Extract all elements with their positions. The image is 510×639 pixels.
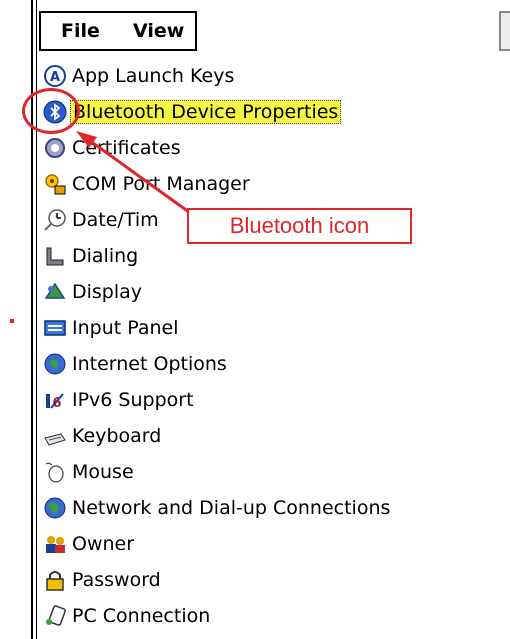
password-icon bbox=[42, 567, 68, 593]
svg-text:A: A bbox=[50, 70, 60, 85]
list-item-label: Input Panel bbox=[72, 317, 179, 339]
internet-options-icon bbox=[42, 351, 68, 377]
list-item-ipv6[interactable]: 6 IPv6 Support bbox=[42, 382, 196, 418]
list-item-label: Owner bbox=[72, 533, 135, 555]
ipv6-icon: 6 bbox=[42, 387, 68, 413]
pc-connection-icon bbox=[42, 603, 68, 629]
list-item-app-launch-keys[interactable]: A App Launch Keys bbox=[42, 58, 236, 94]
annotation-callout: Bluetooth icon bbox=[187, 208, 412, 244]
network-icon bbox=[42, 495, 68, 521]
list-item-date-time[interactable]: Date/Tim bbox=[42, 202, 161, 238]
display-icon bbox=[42, 279, 68, 305]
list-item-label: App Launch Keys bbox=[72, 65, 235, 87]
com-port-icon bbox=[42, 171, 68, 197]
list-item-com-port[interactable]: COM Port Manager bbox=[42, 166, 252, 202]
list-item-input-panel[interactable]: Input Panel bbox=[42, 310, 181, 346]
list-item-owner[interactable]: Owner bbox=[42, 526, 136, 562]
owner-icon bbox=[42, 531, 68, 557]
list-item-certificates[interactable]: Certificates bbox=[42, 130, 183, 166]
list-item-label: Bluetooth Device Properties bbox=[70, 100, 342, 124]
list-item-label: Date/Tim bbox=[72, 209, 159, 231]
list-item-label: COM Port Manager bbox=[72, 173, 250, 195]
list-item-label: IPv6 Support bbox=[72, 389, 194, 411]
keyboard-icon bbox=[42, 423, 68, 449]
list-item-label: Certificates bbox=[72, 137, 181, 159]
input-panel-icon bbox=[42, 315, 68, 341]
menu-file[interactable]: File bbox=[61, 20, 100, 42]
list-item-label: Network and Dial-up Connections bbox=[72, 497, 391, 519]
list-item-dialing[interactable]: Dialing bbox=[42, 238, 140, 274]
menu-bar: File View bbox=[39, 11, 197, 51]
stray-mark bbox=[10, 319, 14, 323]
list-item-label: Dialing bbox=[72, 245, 139, 267]
certificates-icon bbox=[42, 135, 68, 161]
menu-view[interactable]: View bbox=[133, 20, 184, 42]
list-item-label: Password bbox=[72, 569, 161, 591]
list-item-mouse[interactable]: Mouse bbox=[42, 454, 136, 490]
list-item-label: Display bbox=[72, 281, 143, 303]
app-launch-icon: A bbox=[42, 63, 68, 89]
list-item-network[interactable]: Network and Dial-up Connections bbox=[42, 490, 392, 526]
list-item-label: Keyboard bbox=[72, 425, 162, 447]
dialing-icon bbox=[42, 243, 68, 269]
list-item-label: Mouse bbox=[72, 461, 134, 483]
list-item-label: PC Connection bbox=[72, 605, 211, 627]
list-item-password[interactable]: Password bbox=[42, 562, 163, 598]
list-item-display[interactable]: Display bbox=[42, 274, 144, 310]
date-time-icon bbox=[42, 207, 68, 233]
mouse-icon bbox=[42, 459, 68, 485]
annotation-circle bbox=[22, 88, 80, 134]
list-item-bluetooth[interactable]: Bluetooth Device Properties bbox=[42, 94, 342, 130]
toolbar-button-partial[interactable] bbox=[499, 11, 510, 51]
list-item-keyboard[interactable]: Keyboard bbox=[42, 418, 163, 454]
list-item-internet-options[interactable]: Internet Options bbox=[42, 346, 229, 382]
list-item-pc-connection[interactable]: PC Connection bbox=[42, 598, 212, 634]
list-item-label: Internet Options bbox=[72, 353, 227, 375]
